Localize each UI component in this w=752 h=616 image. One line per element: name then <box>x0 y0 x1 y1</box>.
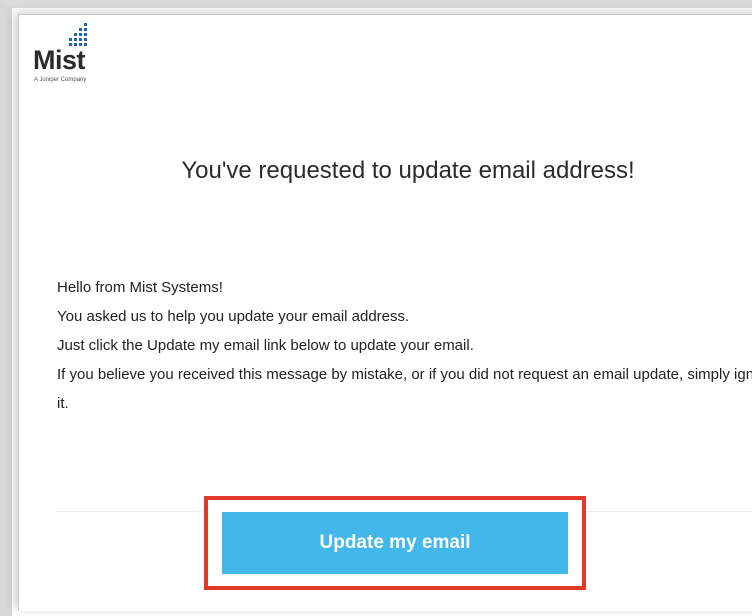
email-paragraph: If you believe you received this message… <box>57 366 752 412</box>
update-email-button[interactable]: Update my email <box>222 512 568 574</box>
mist-logo: Mist A Juniper Company <box>33 23 103 93</box>
email-paragraph: You asked us to help you update your ema… <box>57 308 410 325</box>
screenshot-stage: Mist A Juniper Company You've requested … <box>0 0 752 616</box>
logo-dots-icon <box>69 23 87 46</box>
email-paragraph: Just click the Update my email link belo… <box>57 337 474 354</box>
email-body: Hello from Mist Systems! You asked us to… <box>57 273 752 418</box>
logo-tagline: A Juniper Company <box>34 77 87 83</box>
email-heading: You've requested to update email address… <box>181 157 635 184</box>
logo-wordmark: Mist <box>33 45 86 75</box>
email-greeting: Hello from Mist Systems! <box>57 279 223 296</box>
highlight-annotation: Update my email <box>204 496 586 590</box>
